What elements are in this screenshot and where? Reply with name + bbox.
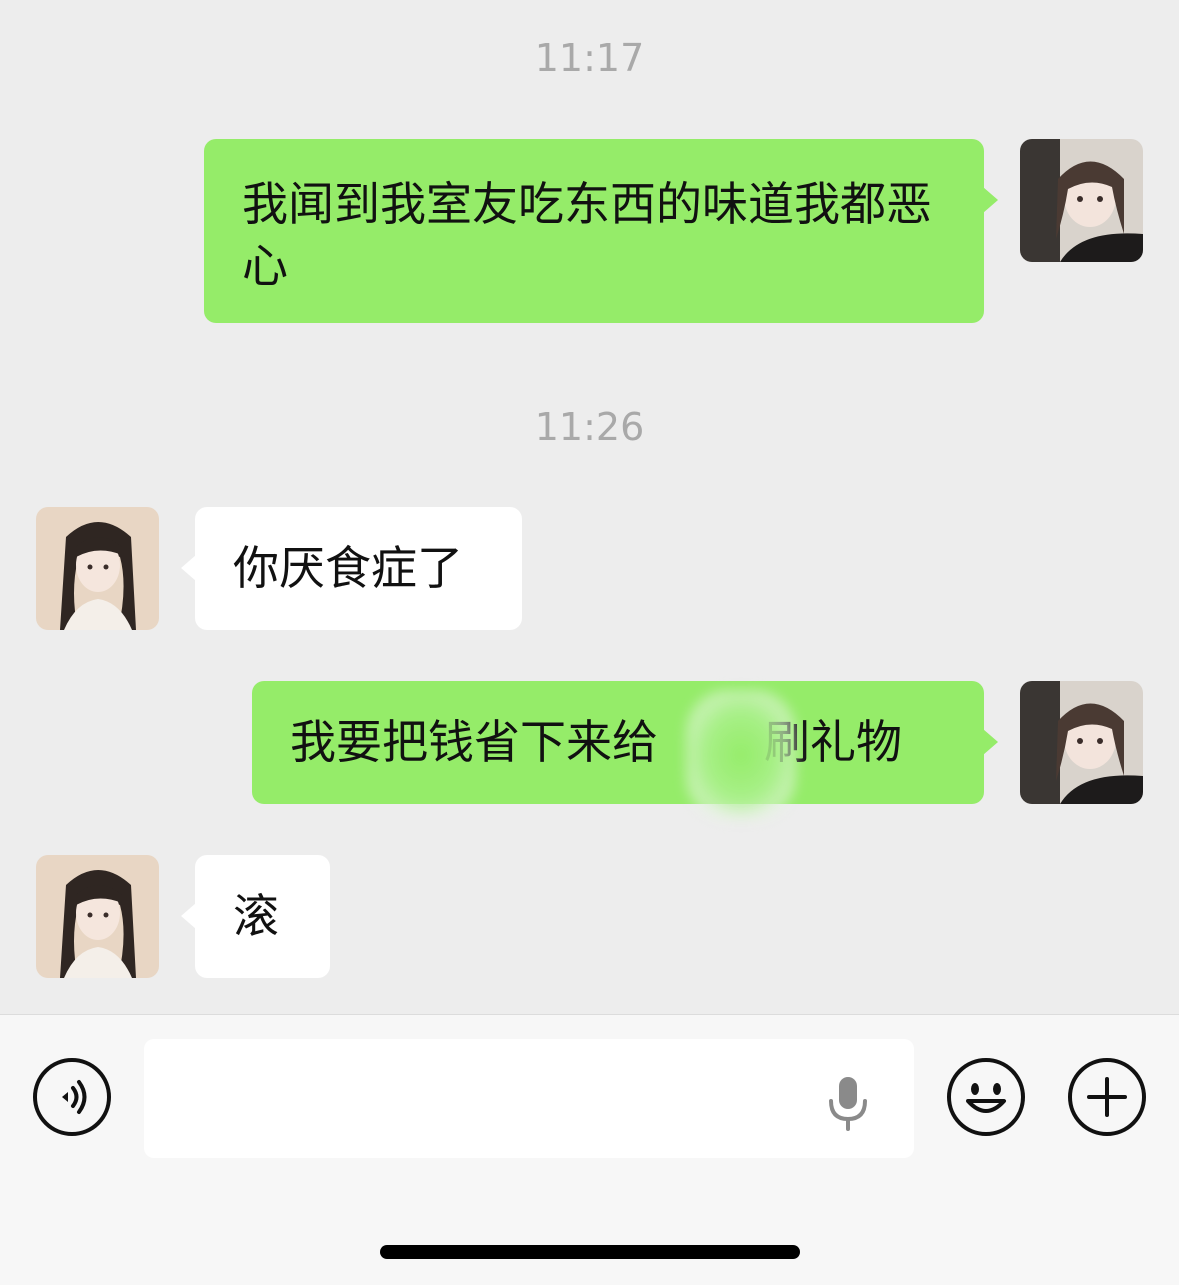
microphone-button[interactable] xyxy=(823,1073,873,1133)
message-input[interactable] xyxy=(144,1039,914,1158)
plus-icon xyxy=(1068,1058,1146,1136)
timestamp: 11:17 xyxy=(534,36,645,80)
emoji-icon xyxy=(947,1058,1025,1136)
received-message-bubble[interactable]: 你厌食症了 xyxy=(181,507,522,630)
voice-mode-icon xyxy=(33,1058,111,1136)
sent-message-bubble[interactable]: 我闻到我室友吃东西的味道我都恶心 xyxy=(204,139,998,323)
home-indicator[interactable] xyxy=(380,1245,800,1259)
my-avatar[interactable] xyxy=(1020,681,1143,804)
emoji-button[interactable] xyxy=(946,1057,1026,1137)
message-text: 滚 xyxy=(233,889,279,943)
message-text: 我要把钱省下来给 xyxy=(290,715,658,769)
timestamp: 11:26 xyxy=(534,405,645,449)
contact-avatar[interactable] xyxy=(36,855,159,978)
contact-avatar[interactable] xyxy=(36,507,159,630)
chat-area: 11:17 我闻到我室友吃东西的味道我都恶心 11:26 你厌食症了 我要把钱省… xyxy=(0,0,1179,1014)
blur-overlay xyxy=(686,690,796,820)
my-avatar[interactable] xyxy=(1020,139,1143,262)
more-options-button[interactable] xyxy=(1067,1057,1147,1137)
sent-message-bubble[interactable]: 我要把钱省下来给 刷礼物 xyxy=(252,681,998,804)
microphone-icon xyxy=(829,1077,867,1131)
message-text: 我闻到我室友吃东西的味道我都恶心 xyxy=(242,177,932,293)
input-bar xyxy=(0,1014,1179,1285)
voice-mode-button[interactable] xyxy=(32,1057,112,1137)
received-message-bubble[interactable]: 滚 xyxy=(181,855,330,978)
message-text: 你厌食症了 xyxy=(233,541,463,595)
